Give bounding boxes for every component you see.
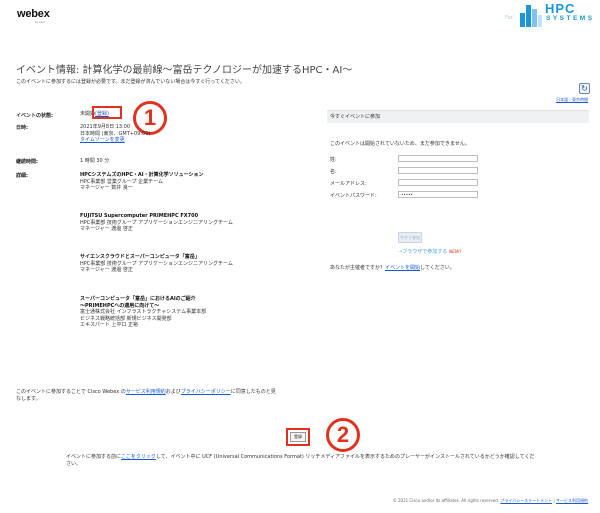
session-title: スーパーコンピュータ「富岳」におけるAIのご紹介 (80, 296, 196, 302)
player-check-note: イベントに参加する前にここをクリックして、イベント中に UCF (Univers… (66, 454, 536, 468)
join-panel-header: 今すぐイベントに参加 (327, 110, 589, 123)
footer: © 2021 Cisco and/or its affiliates. All … (393, 498, 588, 504)
terms-prefix: このイベントに参加することで Cisco Webex の (16, 389, 126, 395)
session-title: HPCシステムズのHPC・AI・計算化学ソリューション (80, 172, 204, 178)
hpc-logo-word: HPC (545, 1, 576, 16)
page-title: イベント情報: 計算化学の最前線〜富岳テクノロジーが加速するHPC・AI〜 (16, 65, 353, 76)
duration-label: 継続時間: (16, 159, 38, 165)
register-button[interactable]: 登録 (290, 432, 306, 442)
email-label: メールアドレス: (330, 181, 367, 187)
email-input[interactable] (398, 179, 478, 186)
new-badge: NEW! (448, 250, 462, 255)
date-label: 日時: (16, 125, 28, 131)
click-here-link[interactable]: ここをクリック (121, 454, 156, 460)
hpc-logo-sub: SYSTEMS (546, 15, 595, 22)
date-value: 2021年9月8日 13:00 日本時間 (東京、GMT+09:00) タイムゾ… (80, 124, 150, 144)
session-2: FUJITSU Supercomputer PRIMEHPC FX700 HPC… (80, 213, 233, 233)
status-label: イベントの状態: (16, 113, 54, 119)
session-line: マネージャー 渡邊 啓正 (80, 226, 133, 232)
note-prefix: イベントに参加する前に (66, 454, 121, 460)
host-message: あなたが主催者ですか？イベントを開始してください。 (330, 264, 455, 271)
first-name-label: 名: (330, 169, 337, 175)
hpc-logo-icon (520, 5, 542, 27)
privacy-policy-link[interactable]: プライバシーポリシー (181, 389, 231, 395)
password-input[interactable]: ••••• (398, 191, 478, 198)
terms-notice: このイベントに参加することで Cisco Webex のサービス利用規約およびプ… (16, 389, 278, 403)
session-title: FUJITSU Supercomputer PRIMEHPC FX700 (80, 213, 199, 219)
footer-tos-link[interactable]: サービス利用規約 (556, 498, 588, 503)
session-subtitle: 〜PRIMEHPCへの適用に向けて〜 (80, 302, 160, 309)
detail-label: 詳細: (16, 173, 28, 179)
session-line: 富士通株式会社 インフラストラクチャシステム事業本部 (80, 309, 207, 315)
language-timezone-link[interactable]: 日本語 : 東京時間 (556, 97, 588, 102)
host-prefix: あなたが主催者ですか？ (330, 265, 386, 271)
password-label: イベントパスワード: (330, 193, 377, 199)
webex-logo-sub: by cisco (35, 21, 46, 24)
last-name-input[interactable] (398, 155, 478, 162)
join-now-button[interactable]: 今すぐ参加 (398, 232, 422, 243)
not-started-message: このイベントは開始されていないため、まだ参加できません。 (330, 141, 470, 147)
partner-for-label: For (505, 15, 513, 21)
annotation-box-1 (92, 106, 122, 119)
session-line: エキスパート 上平口 正裕 (80, 322, 139, 328)
session-4: スーパーコンピュータ「富岳」におけるAIのご紹介 〜PRIMEHPCへの適用に向… (80, 296, 206, 329)
first-name-input[interactable] (398, 167, 478, 174)
page-subtitle: このイベントに参加するには登録が必要です。まだ登録が済んでいない場合は今すぐ行っ… (16, 79, 245, 85)
last-name-label: 姓: (330, 157, 337, 163)
session-3: サイエンスクラウドとスーパーコンピュータ「富岳」 HPC事業部 技術グループ ア… (80, 254, 233, 274)
host-suffix: してください。 (420, 265, 455, 271)
language-timezone[interactable]: 日本語 : 東京時間 (556, 97, 588, 103)
session-title: サイエンスクラウドとスーパーコンピュータ「富岳」 (80, 254, 200, 260)
change-timezone-link[interactable]: タイムゾーンを変更 (80, 137, 150, 144)
footer-privacy-link[interactable]: プライバシーステートメント (500, 498, 552, 503)
webex-logo: webex (17, 8, 50, 20)
browser-join-label[interactable]: ブラウザで参加する (402, 249, 447, 255)
copyright: © 2021 Cisco and/or its affiliates. All … (392, 498, 500, 503)
annotation-circle-2: 2 (326, 418, 360, 452)
terms-of-service-link[interactable]: サービス利用規約 (126, 389, 166, 395)
browser-join-link[interactable]: ⇢ブラウザで参加する NEW! (398, 248, 461, 255)
terms-middle: および (165, 389, 181, 395)
duration-value: 1 時間 30 分 (80, 158, 110, 164)
refresh-icon[interactable]: ↻ (579, 83, 590, 94)
session-line: マネージャー 数井 良一 (80, 185, 133, 191)
session-1: HPCシステムズのHPC・AI・計算化学ソリューション HPC事業部 営業グルー… (80, 172, 204, 192)
session-line: マネージャー 渡邊 啓正 (80, 267, 133, 273)
start-event-link[interactable]: イベントを開始 (385, 265, 420, 271)
